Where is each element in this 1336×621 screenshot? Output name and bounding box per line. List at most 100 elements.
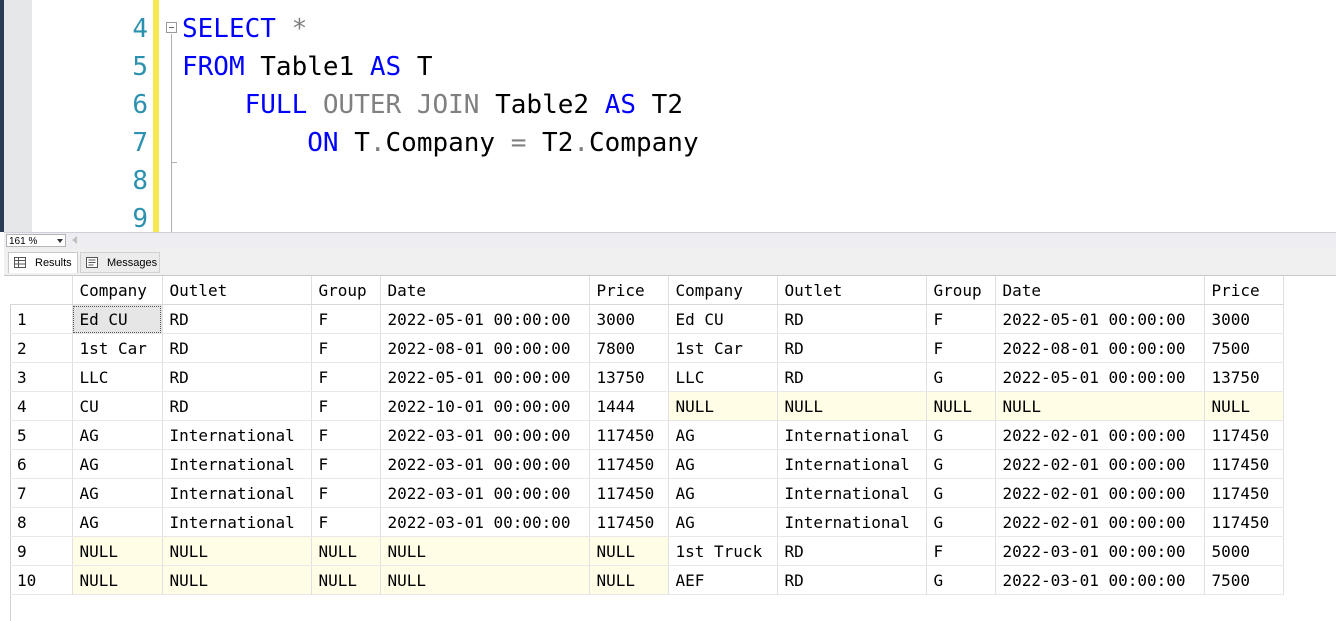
code-line[interactable]: FROM Table1 AS T <box>182 48 699 86</box>
grid-cell[interactable]: 117450 <box>1204 420 1284 450</box>
column-header[interactable]: Group <box>311 276 381 305</box>
zoom-dropdown[interactable]: 161 % <box>6 234 66 247</box>
grid-cell[interactable]: AG <box>668 420 778 450</box>
tab-results[interactable]: Results <box>8 252 78 273</box>
grid-cell[interactable]: F <box>926 536 996 566</box>
grid-cell[interactable]: RD <box>162 333 312 363</box>
grid-cell[interactable]: 2022-02-01 00:00:00 <box>995 420 1205 450</box>
column-header[interactable]: Price <box>589 276 669 305</box>
grid-cell[interactable]: 1444 <box>589 391 669 421</box>
table-row[interactable]: 10 NULL NULL NULL NULL NULL AEF RD G 2022-03-01 0… <box>10 565 1284 595</box>
column-header[interactable]: Group <box>926 276 996 305</box>
grid-cell[interactable]: 2022-08-01 00:00:00 <box>380 333 590 363</box>
grid-cell[interactable]: 7500 <box>1204 333 1284 363</box>
grid-cell[interactable]: NULL <box>380 536 590 566</box>
row-number[interactable]: 5 <box>10 420 73 450</box>
grid-cell[interactable]: F <box>926 304 996 334</box>
grid-cell[interactable]: 3000 <box>1204 304 1284 334</box>
grid-cell[interactable]: NULL <box>380 565 590 595</box>
grid-cell[interactable]: G <box>926 362 996 392</box>
grid-cell[interactable]: NULL <box>311 565 381 595</box>
column-header[interactable]: Price <box>1204 276 1284 305</box>
grid-cell[interactable]: NULL <box>72 536 163 566</box>
grid-cell[interactable]: F <box>311 449 381 479</box>
grid-cell[interactable]: 2022-03-01 00:00:00 <box>380 420 590 450</box>
grid-cell[interactable]: NULL <box>589 565 669 595</box>
grid-cell[interactable]: G <box>926 507 996 537</box>
grid-cell[interactable]: 2022-05-01 00:00:00 <box>380 304 590 334</box>
grid-cell[interactable]: AG <box>72 420 163 450</box>
row-number[interactable]: 3 <box>10 362 73 392</box>
code-line[interactable]: FULL OUTER JOIN Table2 AS T2 <box>182 86 699 124</box>
grid-cell[interactable]: NULL <box>162 565 312 595</box>
table-row[interactable]: 9 NULL NULL NULL NULL NULL 1st Truck RD F 2022-03… <box>10 536 1284 566</box>
tab-messages[interactable]: Messages <box>80 252 160 273</box>
column-header[interactable]: Outlet <box>162 276 312 305</box>
grid-cell[interactable]: LLC <box>72 362 163 392</box>
grid-cell[interactable]: NULL <box>311 536 381 566</box>
grid-cell[interactable]: F <box>311 333 381 363</box>
grid-cell[interactable]: NULL <box>162 536 312 566</box>
grid-cell[interactable]: G <box>926 420 996 450</box>
grid-cell[interactable]: RD <box>777 304 927 334</box>
grid-cell[interactable]: F <box>311 478 381 508</box>
grid-cell[interactable]: G <box>926 449 996 479</box>
grid-cell[interactable]: 2022-03-01 00:00:00 <box>380 507 590 537</box>
grid-cell[interactable]: F <box>926 333 996 363</box>
grid-cell[interactable]: Ed CU <box>668 304 778 334</box>
query-editor[interactable]: 456789 SELECT * FROM Table1 AS T FULL OUT… <box>32 0 1336 232</box>
row-number[interactable]: 2 <box>10 333 73 363</box>
grid-cell[interactable]: F <box>311 420 381 450</box>
results-grid[interactable]: Company Outlet Group Date Price Company Outlet… <box>10 276 1284 595</box>
grid-cell[interactable]: 13750 <box>1204 362 1284 392</box>
grid-cell[interactable]: 2022-05-01 00:00:00 <box>380 362 590 392</box>
grid-cell[interactable]: International <box>162 507 312 537</box>
grid-cell[interactable]: G <box>926 565 996 595</box>
grid-cell[interactable]: 1st Truck <box>668 536 778 566</box>
grid-cell[interactable]: 2022-08-01 00:00:00 <box>995 333 1205 363</box>
grid-cell[interactable]: International <box>777 507 927 537</box>
row-number[interactable]: 8 <box>10 507 73 537</box>
grid-cell[interactable]: 1st Car <box>72 333 163 363</box>
grid-cell[interactable]: RD <box>777 333 927 363</box>
scroll-left-icon[interactable] <box>72 236 77 244</box>
sql-code[interactable]: SELECT * FROM Table1 AS T FULL OUTER JOIN… <box>182 10 699 232</box>
table-row[interactable]: 5 AG International F 2022-03-01 00:00:00 1174… <box>10 420 1284 450</box>
grid-cell[interactable]: 117450 <box>589 507 669 537</box>
grid-cell[interactable]: AG <box>72 478 163 508</box>
grid-cell[interactable]: Ed CU <box>72 304 163 334</box>
grid-cell[interactable]: 2022-02-01 00:00:00 <box>995 449 1205 479</box>
column-header[interactable]: Company <box>72 276 163 305</box>
grid-cell[interactable]: 5000 <box>1204 536 1284 566</box>
table-row[interactable]: 1 Ed CU RD F 2022-05-01 00:00:00 3000 Ed CU RD F… <box>10 304 1284 334</box>
grid-cell[interactable]: 117450 <box>589 449 669 479</box>
grid-cell[interactable]: AG <box>72 507 163 537</box>
code-line[interactable] <box>182 162 699 200</box>
grid-cell[interactable]: CU <box>72 391 163 421</box>
grid-cell[interactable]: AEF <box>668 565 778 595</box>
grid-cell[interactable]: 2022-03-01 00:00:00 <box>995 536 1205 566</box>
table-row[interactable]: 2 1st Car RD F 2022-08-01 00:00:00 7800 1st Ca… <box>10 333 1284 363</box>
grid-cell[interactable]: International <box>162 420 312 450</box>
grid-cell[interactable]: NULL <box>777 391 927 421</box>
grid-cell[interactable]: International <box>777 449 927 479</box>
row-number[interactable]: 6 <box>10 449 73 479</box>
grid-cell[interactable]: F <box>311 391 381 421</box>
grid-cell[interactable]: 2022-03-01 00:00:00 <box>380 449 590 479</box>
grid-cell[interactable]: RD <box>162 391 312 421</box>
row-number[interactable]: 7 <box>10 478 73 508</box>
collapse-region-icon[interactable] <box>166 22 177 33</box>
grid-cell[interactable]: F <box>311 362 381 392</box>
table-row[interactable]: 7 AG International F 2022-03-01 00:00:00 1174… <box>10 478 1284 508</box>
grid-cell[interactable]: International <box>777 420 927 450</box>
grid-cell[interactable]: F <box>311 304 381 334</box>
grid-cell[interactable]: AG <box>668 449 778 479</box>
grid-cell[interactable]: International <box>777 478 927 508</box>
grid-cell[interactable]: 2022-03-01 00:00:00 <box>380 478 590 508</box>
grid-cell[interactable]: RD <box>162 362 312 392</box>
grid-cell[interactable]: 117450 <box>1204 449 1284 479</box>
grid-cell[interactable]: 13750 <box>589 362 669 392</box>
grid-cell[interactable]: 2022-05-01 00:00:00 <box>995 304 1205 334</box>
grid-cell[interactable]: 2022-05-01 00:00:00 <box>995 362 1205 392</box>
row-number[interactable]: 4 <box>10 391 73 421</box>
